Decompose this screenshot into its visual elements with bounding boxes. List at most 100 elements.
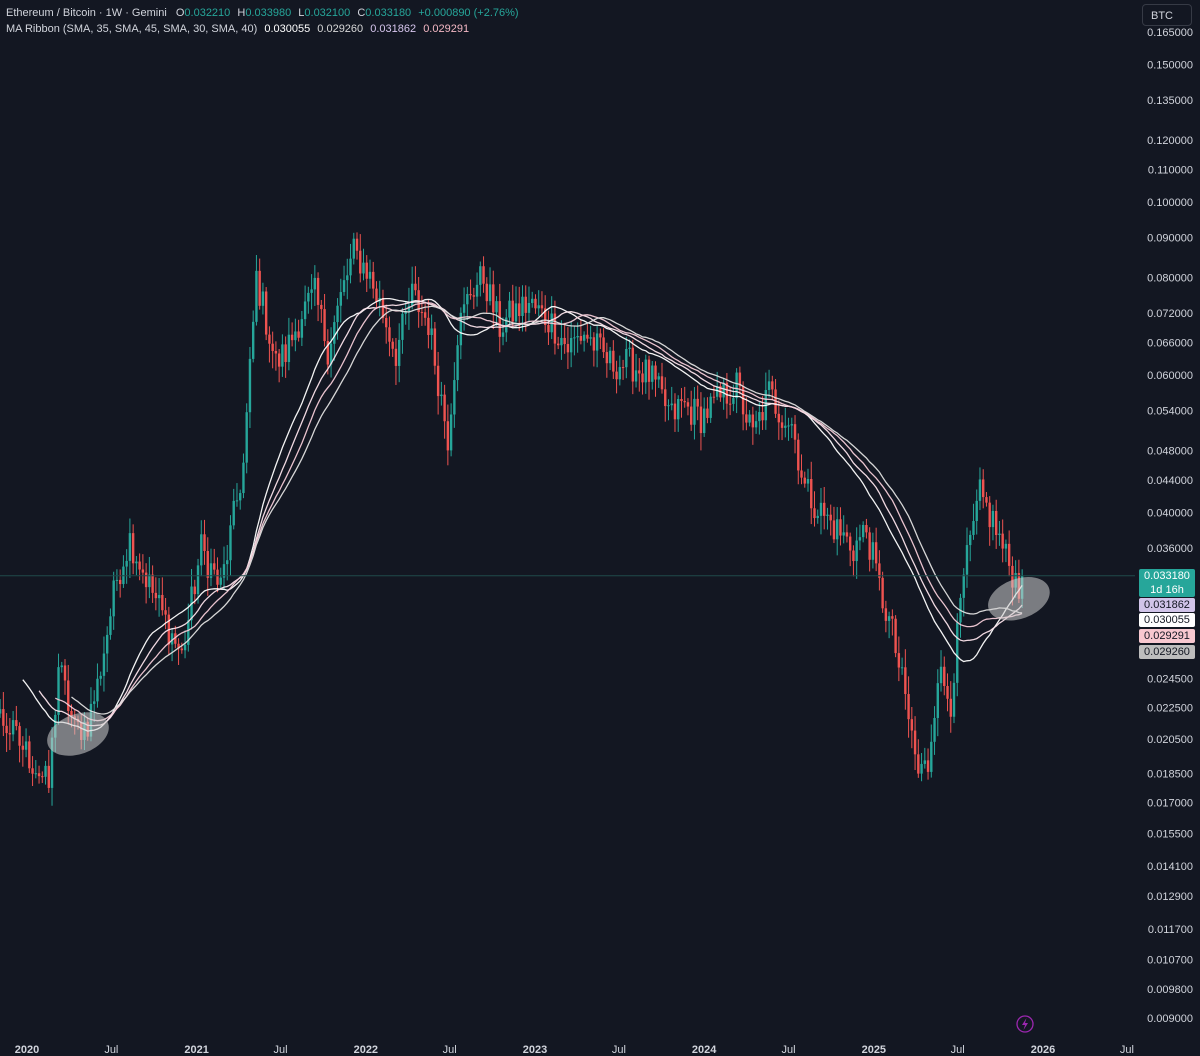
candle-body xyxy=(884,608,888,621)
candle-body xyxy=(920,763,923,774)
candle-body xyxy=(631,347,634,382)
candle-body xyxy=(427,317,430,336)
candle-body xyxy=(297,331,300,338)
candle-body xyxy=(897,653,901,668)
candle-body xyxy=(923,760,927,764)
candle-body xyxy=(657,376,660,380)
ma-value-3: 0.031862 xyxy=(370,23,417,35)
candle-body xyxy=(151,574,154,593)
time-axis[interactable]: 2020 Jul 2021 Jul 2022 Jul 2023 Jul 2024 Jul 2025 J… xyxy=(15,1044,1134,1056)
candle-body xyxy=(998,533,1001,536)
candle-body xyxy=(839,519,842,536)
price-tick-label: 0.036000 xyxy=(1147,543,1193,555)
candle-body xyxy=(573,337,576,339)
candle-body xyxy=(933,717,936,742)
candle-body xyxy=(388,327,391,342)
candle-body xyxy=(161,594,164,611)
candle-body xyxy=(115,579,119,581)
price-tick-label: 0.080000 xyxy=(1147,272,1193,284)
candle-body xyxy=(667,405,670,407)
candle-body xyxy=(135,561,138,564)
candle-body xyxy=(524,296,527,313)
candle-body xyxy=(917,754,920,774)
candle-body xyxy=(274,350,278,354)
candle-body xyxy=(368,271,372,279)
candle-body xyxy=(235,500,239,502)
candle-body xyxy=(34,773,38,775)
candle-body xyxy=(978,479,982,501)
candle-body xyxy=(449,414,453,451)
price-axis[interactable]: 0.165000 0.150000 0.135000 0.120000 0.110000… xyxy=(1147,27,1193,1025)
price-chart[interactable]: 0.165000 0.150000 0.135000 0.120000 0.110000… xyxy=(0,0,1200,1056)
candle-body xyxy=(277,353,281,367)
candle-body xyxy=(823,502,826,516)
candle-body xyxy=(385,318,388,328)
candle-body xyxy=(226,560,229,565)
price-tick-label: 0.015500 xyxy=(1147,829,1193,841)
price-tick-label: 0.022500 xyxy=(1147,702,1193,714)
last-price-value: 0.033180 xyxy=(1144,570,1190,582)
candle-body xyxy=(93,701,96,704)
candle-body xyxy=(930,741,933,772)
candle-body xyxy=(472,295,476,297)
candle-body xyxy=(102,653,106,676)
candle-body xyxy=(498,301,501,337)
candle-body xyxy=(264,291,268,335)
candle-body xyxy=(819,502,823,516)
price-tick-label: 0.066000 xyxy=(1147,338,1193,350)
candle-body xyxy=(1004,543,1008,549)
candle-body xyxy=(430,328,433,336)
candle-body xyxy=(196,565,200,595)
time-tick-label: 2024 xyxy=(692,1044,717,1056)
lightning-icon xyxy=(1016,1015,1034,1033)
candle-body xyxy=(696,398,699,407)
candle-body xyxy=(547,325,550,333)
candle-body xyxy=(37,773,41,777)
price-tick-label: 0.110000 xyxy=(1148,164,1193,176)
ma-tag-4: 0.029260 xyxy=(1139,645,1195,659)
candle-body xyxy=(767,381,771,391)
sma-30-line xyxy=(22,297,1023,732)
candle-body xyxy=(57,667,60,715)
sma-40-line xyxy=(55,302,1023,722)
time-tick-label: Jul xyxy=(104,1044,118,1056)
candle-body xyxy=(842,532,845,536)
ma-value-2: 0.029260 xyxy=(317,23,364,35)
candle-body xyxy=(349,258,352,276)
candle-body xyxy=(754,421,758,428)
candle-body xyxy=(660,376,664,390)
candle-body xyxy=(975,500,978,522)
candle-body xyxy=(654,365,657,380)
candle-body xyxy=(881,577,884,609)
price-tick-label: 0.044000 xyxy=(1147,475,1193,487)
candle-body xyxy=(67,680,70,711)
candle-body xyxy=(790,424,793,426)
time-tick-label: 2023 xyxy=(523,1044,547,1056)
candle-body xyxy=(728,403,732,405)
candle-body xyxy=(618,367,622,380)
indicator-title[interactable]: MA Ribbon (SMA, 35, SMA, 45, SMA, 30, SM… xyxy=(6,23,257,35)
candle-body xyxy=(258,270,261,306)
candle-body xyxy=(316,277,320,305)
candle-body xyxy=(787,425,790,427)
candle-body xyxy=(96,678,99,702)
candle-body xyxy=(702,408,706,434)
price-tick-label: 0.090000 xyxy=(1147,232,1193,244)
candle-body xyxy=(47,765,50,788)
candle-body xyxy=(2,709,5,726)
price-tick-label: 0.060000 xyxy=(1147,370,1193,382)
candle-body xyxy=(261,291,265,306)
candle-body xyxy=(60,665,63,668)
symbol-title[interactable]: Ethereum / Bitcoin · 1W · Gemini xyxy=(6,7,167,19)
candle-body xyxy=(758,412,761,422)
time-tick-label: 2020 xyxy=(15,1044,39,1056)
candle-body xyxy=(466,294,469,305)
candle-body xyxy=(907,694,910,720)
currency-button[interactable]: BTC xyxy=(1142,4,1192,26)
candle-body xyxy=(926,760,930,772)
candle-body xyxy=(118,579,122,585)
candle-body xyxy=(131,533,135,564)
candle-body xyxy=(816,515,819,519)
time-tick-label: Jul xyxy=(443,1044,457,1056)
candle-body xyxy=(242,462,245,494)
